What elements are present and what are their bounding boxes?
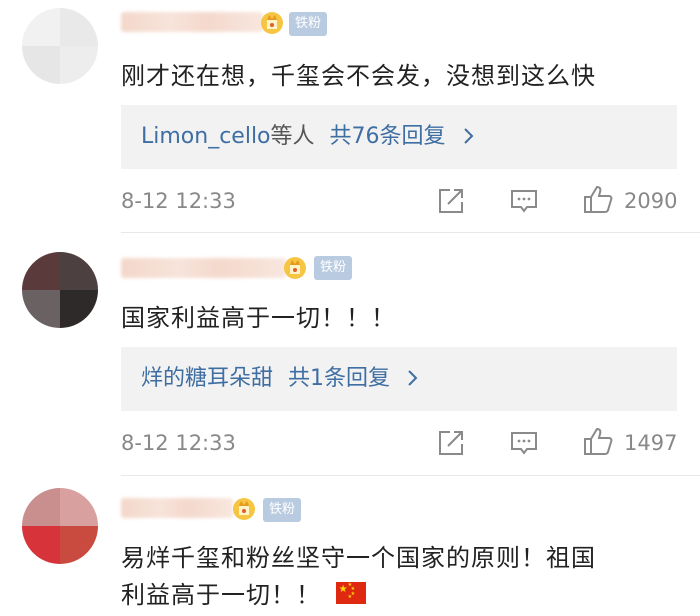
avatar[interactable]	[22, 488, 98, 564]
comment-item: 铁粉 易烊千玺和粉丝坚守一个国家的原则！祖国 利益高于一切！！ ★ ★ ★ ★ …	[0, 0, 700, 616]
vip-crown-icon	[233, 498, 255, 520]
comment-text-line2: 利益高于一切！！	[121, 581, 321, 609]
username-blurred[interactable]	[121, 498, 233, 518]
fan-badge: 铁粉	[263, 498, 302, 522]
comment-text-line1: 易烊千玺和粉丝坚守一个国家的原则！祖国	[121, 544, 596, 572]
china-flag-icon: ★ ★ ★ ★ ★	[335, 582, 366, 604]
comment-text-line2-wrap: 利益高于一切！！ ★ ★ ★ ★ ★	[121, 575, 366, 610]
